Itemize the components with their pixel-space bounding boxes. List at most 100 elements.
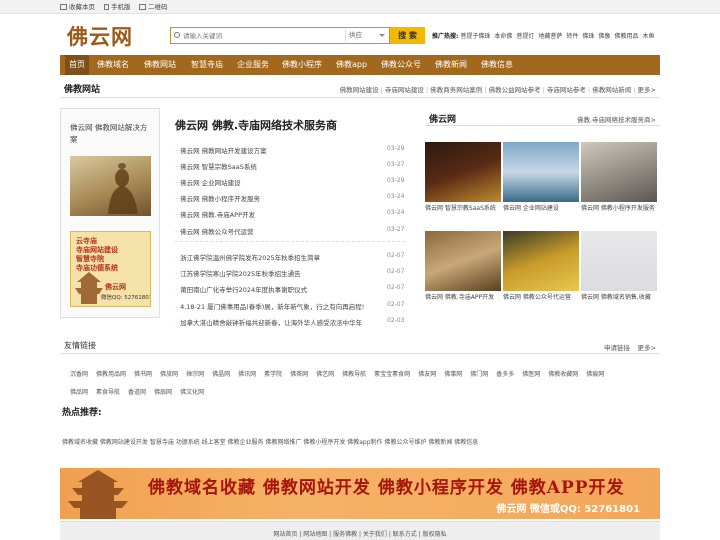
thumb-caption[interactable]: 佛云网 佛教.寺庙APP开发: [425, 294, 501, 302]
friend-link[interactable]: 佛茶网: [290, 371, 308, 378]
hot-search-item[interactable]: 佛珠: [582, 33, 594, 40]
friend-link[interactable]: 佛文化网: [180, 389, 204, 396]
section-link[interactable]: 佛教商务网站案例: [430, 86, 482, 94]
news-title[interactable]: 莆田南山广化寺举行2024年度执事谢职仪式: [180, 286, 307, 294]
thumb-image[interactable]: [503, 231, 579, 291]
friend-link[interactable]: 佛教用品网: [96, 371, 126, 378]
friend-link[interactable]: 素宝宝素食网: [374, 371, 410, 378]
news-title[interactable]: 佛云网 企业网站建设: [180, 179, 241, 187]
thumb-image[interactable]: [581, 231, 657, 291]
nav-item[interactable]: 佛教网站: [140, 55, 180, 75]
friend-link[interactable]: 佛医网: [522, 371, 540, 378]
temple-banner[interactable]: 云寺庙 寺庙网站建设 智慧寺院 寺庙功德系统 佛云网 微信QQ: 5276180…: [70, 231, 151, 307]
nav-item[interactable]: 佛教app: [332, 55, 371, 75]
favorite-link[interactable]: 收藏本页: [60, 1, 95, 13]
news-item[interactable]: · 佛云网 智慧宗教SaaS系统 03-27: [175, 161, 405, 171]
hot-search-item[interactable]: 转件: [566, 33, 578, 40]
section-link[interactable]: 更多>: [638, 86, 656, 94]
bottom-banner[interactable]: 佛教域名收藏 佛教网站开发 佛教小程序开发 佛教APP开发 佛云网 微信或QQ:…: [60, 468, 660, 519]
section-link[interactable]: 寺庙网站参考: [547, 86, 586, 94]
apply-link[interactable]: 申请链接: [604, 342, 630, 352]
friends-more-link[interactable]: 更多>: [638, 342, 656, 352]
news-title[interactable]: 佛云网 智慧宗教SaaS系统: [180, 163, 257, 171]
nav-item[interactable]: 佛教域名: [93, 55, 133, 75]
news-item[interactable]: · 浙江佛学院温州佛学院发布2025年秋季招生简章 02-07: [175, 252, 405, 262]
hot-search-item[interactable]: 地藏菩萨: [538, 33, 562, 40]
section-link[interactable]: 佛教网站建设: [340, 86, 379, 94]
news-title[interactable]: 佛云网 佛教.寺庙APP开发: [180, 211, 255, 219]
section-link[interactable]: 佛教网站新闻: [592, 86, 631, 94]
search-button[interactable]: 搜 索: [390, 27, 425, 44]
news-item[interactable]: · 佛云网 佛教小程序开发服务 03-24: [175, 193, 405, 203]
friend-link[interactable]: 佛品网: [70, 389, 88, 396]
site-logo[interactable]: 佛云网: [67, 21, 133, 51]
thumb-caption[interactable]: 佛云网 佛教小程序开发服务: [581, 205, 657, 213]
news-title[interactable]: 加拿大湛山精舍敲钟祈福共迎新春，让海外华人感受浓浓中华年: [180, 319, 362, 327]
buddha-image[interactable]: [70, 156, 151, 216]
mobile-link[interactable]: 手机版: [104, 1, 131, 13]
right-more-link[interactable]: 佛教.寺庙网络技术服务商>: [577, 114, 656, 124]
friend-link[interactable]: 佛扇网: [154, 389, 172, 396]
news-title[interactable]: 佛云网 佛教小程序开发服务: [180, 195, 260, 203]
news-item[interactable]: · 佛云网 企业网站建设 03-29: [175, 177, 405, 187]
news-date: 02-03: [387, 316, 405, 324]
friend-link[interactable]: 素学院: [264, 371, 282, 378]
news-title[interactable]: 佛云网 佛教公众号代运营: [180, 228, 254, 236]
friend-link[interactable]: 佛友网: [418, 371, 436, 378]
friend-link[interactable]: 佛事网: [444, 371, 462, 378]
nav-item[interactable]: 佛教信息: [477, 55, 517, 75]
thumb-image[interactable]: [581, 142, 657, 202]
friend-link[interactable]: 佛教导航: [342, 371, 366, 378]
friend-link[interactable]: 佛艺网: [316, 371, 334, 378]
nav-item[interactable]: 佛教小程序: [278, 55, 326, 75]
news-item[interactable]: · 佛云网 佛教网站开发建设方案 03-29: [175, 145, 405, 155]
hot-search-item[interactable]: 菩提灯: [516, 33, 534, 40]
hot-recommend-links[interactable]: 佛教域名收藏 佛教网站建设开发 智慧寺庙 功德系统 线上客堂 佛教企业服务 佛教…: [62, 437, 478, 446]
nav-item[interactable]: 智慧寺庙: [187, 55, 227, 75]
friend-link[interactable]: 香多多: [496, 371, 514, 378]
qrcode-link[interactable]: 二维码: [139, 1, 168, 13]
thumb-image[interactable]: [425, 231, 501, 291]
news-title[interactable]: 佛云网 佛教网站开发建设方案: [180, 147, 267, 155]
friend-link[interactable]: 禅宗网: [186, 371, 204, 378]
section-link[interactable]: 佛教公益网站参考: [489, 86, 541, 94]
friend-link[interactable]: 佛晶网: [212, 371, 230, 378]
nav-item[interactable]: 首页: [65, 55, 89, 75]
hot-search-item[interactable]: 佛教用品: [614, 33, 638, 40]
section-link[interactable]: 寺庙网站建设: [385, 86, 424, 94]
footer-links[interactable]: 网站首页 | 网站地图 | 服务佛教 | 关于我们 | 联系方式 | 版权隐私: [60, 529, 660, 538]
friend-link[interactable]: 佛门网: [470, 371, 488, 378]
friend-link[interactable]: 沉香网: [70, 371, 88, 378]
hot-search-item[interactable]: 本命佛: [494, 33, 512, 40]
thumb-caption[interactable]: 佛云网 智慧宗教SaaS系统: [425, 205, 501, 213]
news-item[interactable]: · 加拿大湛山精舍敲钟祈福共迎新春，让海外华人感受浓浓中华年 02-03: [175, 317, 405, 327]
nav-item[interactable]: 佛教新闻: [431, 55, 471, 75]
thumb-caption[interactable]: 佛云网 佛教域名销售,收藏: [581, 294, 657, 302]
hot-search-item[interactable]: 菩提子佛珠: [460, 33, 490, 40]
nav-item[interactable]: 企业服务: [233, 55, 273, 75]
search-type-select[interactable]: 供应: [345, 29, 389, 42]
friend-link[interactable]: 佛旅网: [160, 371, 178, 378]
nav-item[interactable]: 佛教公众号: [377, 55, 425, 75]
hot-search-item[interactable]: 木鱼: [642, 33, 654, 40]
news-item[interactable]: · 江苏佛学院寒山学院2025年秋季招生通告 02-07: [175, 268, 405, 278]
news-item[interactable]: · 莆田南山广化寺举行2024年度执事谢职仪式 02-07: [175, 284, 405, 294]
thumb-image[interactable]: [503, 142, 579, 202]
friend-link[interactable]: 佛书网: [134, 371, 152, 378]
news-item[interactable]: · 佛云网 佛教公众号代运营 03-27: [175, 226, 405, 236]
search-input[interactable]: [183, 29, 333, 43]
news-title[interactable]: 4.18-21 厦门佛事用品(春季)展，新年新气象，行之有向再启程!: [180, 303, 364, 311]
news-title[interactable]: 江苏佛学院寒山学院2025年秋季招生通告: [180, 270, 301, 278]
news-item[interactable]: · 佛云网 佛教.寺庙APP开发 03-24: [175, 209, 405, 219]
thumb-image[interactable]: [425, 142, 501, 202]
friend-link[interactable]: 佛痕网: [586, 371, 604, 378]
hot-search-item[interactable]: 佛像: [598, 33, 610, 40]
friend-link[interactable]: 佛教收藏网: [548, 371, 578, 378]
thumb-caption[interactable]: 佛云网 佛教公众号代运营: [503, 294, 579, 302]
news-item[interactable]: · 4.18-21 厦门佛事用品(春季)展，新年新气象，行之有向再启程! 02-07: [175, 301, 405, 311]
friend-link[interactable]: 香道网: [128, 389, 146, 396]
thumb-caption[interactable]: 佛云网 企业网站建设: [503, 205, 579, 213]
news-title[interactable]: 浙江佛学院温州佛学院发布2025年秋季招生简章: [180, 254, 320, 262]
friend-link[interactable]: 佛讯网: [238, 371, 256, 378]
friend-link[interactable]: 素食导航: [96, 389, 120, 396]
